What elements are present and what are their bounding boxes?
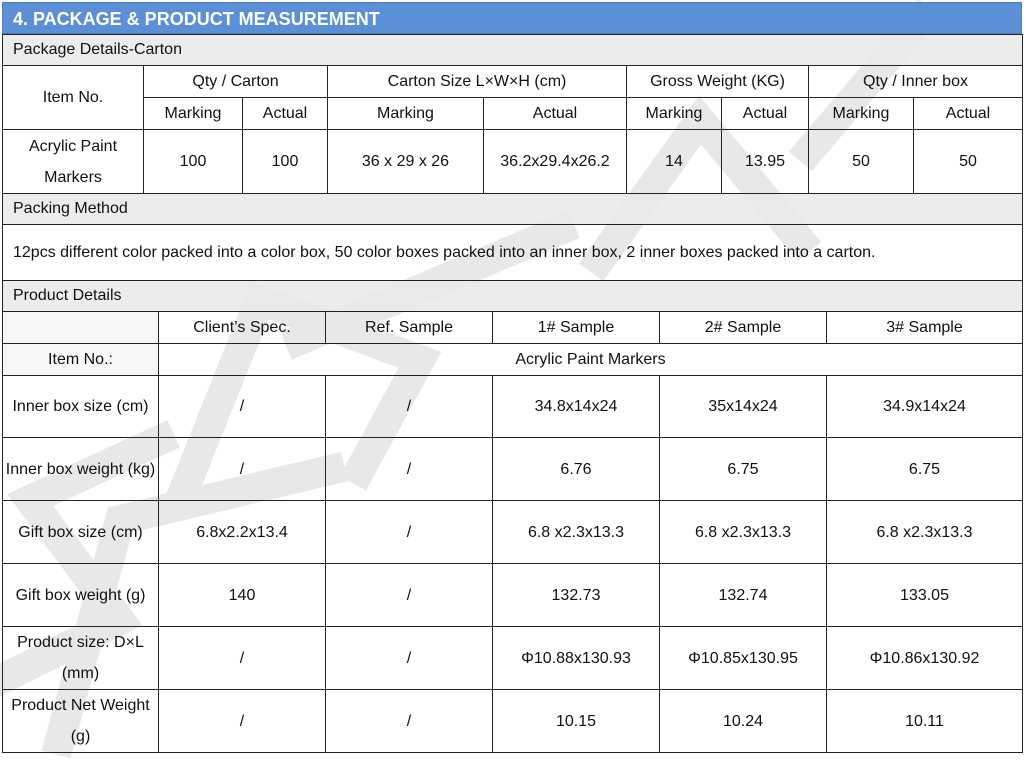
cell: 6.8x2.2x13.4 <box>158 500 326 564</box>
row-label: Gift box size (cm) <box>2 500 159 564</box>
cell: Φ10.85x130.95 <box>659 626 827 690</box>
item-no-header: Item No. <box>2 65 144 130</box>
sub-header: Actual <box>913 97 1023 130</box>
packing-method-text: 12pcs different color packed into a colo… <box>2 224 1023 281</box>
package-section-label: Package Details-Carton <box>2 34 1023 66</box>
carton-size-header: Carton Size L×W×H (cm) <box>327 65 627 98</box>
product-col-header: 2# Sample <box>659 311 827 344</box>
cell: / <box>325 500 493 564</box>
cell: 132.73 <box>492 563 660 627</box>
sub-header: Actual <box>721 97 809 130</box>
gross-weight-header: Gross Weight (KG) <box>626 65 809 98</box>
packing-section-label: Packing Method <box>2 193 1023 225</box>
qty-inner-box-header: Qty / Inner box <box>808 65 1023 98</box>
cell: 132.74 <box>659 563 827 627</box>
package-value: 14 <box>626 129 722 194</box>
cell: 140 <box>158 563 326 627</box>
cell: 6.76 <box>492 437 660 501</box>
product-col-header: 3# Sample <box>826 311 1023 344</box>
package-value: 100 <box>143 129 243 194</box>
sub-header: Actual <box>242 97 328 130</box>
product-col-header: 1# Sample <box>492 311 660 344</box>
product-item-name: Acrylic Paint Markers <box>158 343 1023 376</box>
row-label: Product Net Weight (g) <box>2 689 159 753</box>
cell: / <box>325 375 493 438</box>
report-section: 4. PACKAGE & PRODUCT MEASUREMENT Package… <box>2 2 1023 753</box>
cell: 6.8 x2.3x13.3 <box>826 500 1023 564</box>
package-value: 50 <box>808 129 914 194</box>
row-label: Inner box weight (kg) <box>2 437 159 501</box>
cell: / <box>325 626 493 690</box>
cell: 10.11 <box>826 689 1023 753</box>
row-label: Inner box size (cm) <box>2 375 159 438</box>
sub-header: Marking <box>327 97 484 130</box>
package-value: 100 <box>242 129 328 194</box>
cell: 6.75 <box>826 437 1023 501</box>
cell: 10.24 <box>659 689 827 753</box>
package-item-name: Acrylic Paint Markers <box>2 129 144 194</box>
cell: Φ10.88x130.93 <box>492 626 660 690</box>
package-value: 36 x 29 x 26 <box>327 129 484 194</box>
sub-header: Actual <box>483 97 627 130</box>
cell: / <box>325 437 493 501</box>
product-col-header: Ref. Sample <box>325 311 493 344</box>
cell: 10.15 <box>492 689 660 753</box>
cell: / <box>158 626 326 690</box>
cell: 6.8 x2.3x13.3 <box>492 500 660 564</box>
package-value: 50 <box>913 129 1023 194</box>
cell: 34.9x14x24 <box>826 375 1023 438</box>
sub-header: Marking <box>808 97 914 130</box>
row-label: Gift box weight (g) <box>2 563 159 627</box>
cell: / <box>325 563 493 627</box>
cell: 6.75 <box>659 437 827 501</box>
sub-header: Marking <box>143 97 243 130</box>
package-table: Package Details-Carton Item No. Qty / Ca… <box>2 34 1023 281</box>
cell: 34.8x14x24 <box>492 375 660 438</box>
cell: Φ10.86x130.92 <box>826 626 1023 690</box>
cell: 35x14x24 <box>659 375 827 438</box>
product-section-label: Product Details <box>2 281 1023 312</box>
cell: / <box>325 689 493 753</box>
row-label: Product size: D×L (mm) <box>2 626 159 690</box>
item-no-label: Item No.: <box>2 343 159 376</box>
cell: / <box>158 437 326 501</box>
cell: 6.8 x2.3x13.3 <box>659 500 827 564</box>
product-col-header: Client’s Spec. <box>158 311 326 344</box>
sub-header: Marking <box>626 97 722 130</box>
qty-carton-header: Qty / Carton <box>143 65 328 98</box>
package-value: 13.95 <box>721 129 809 194</box>
cell: 133.05 <box>826 563 1023 627</box>
product-table: Product Details Client’s Spec. Ref. Samp… <box>2 281 1023 753</box>
product-col-header <box>2 311 159 344</box>
cell: / <box>158 689 326 753</box>
package-value: 36.2x29.4x26.2 <box>483 129 627 194</box>
section-banner: 4. PACKAGE & PRODUCT MEASUREMENT <box>2 2 1022 34</box>
cell: / <box>158 375 326 438</box>
